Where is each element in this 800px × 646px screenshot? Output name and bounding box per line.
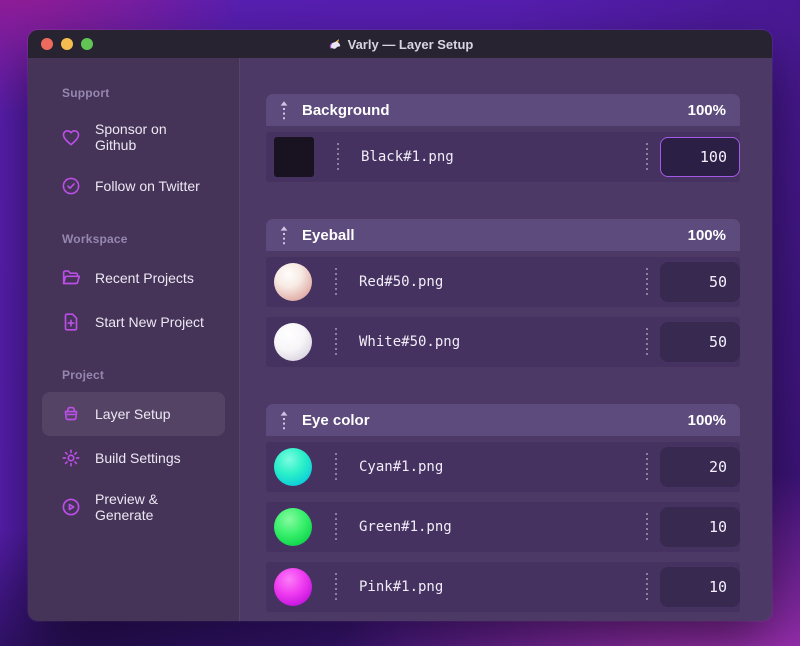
- layer-thumbnail: [274, 508, 312, 546]
- layer-row: Black#1.png: [266, 132, 740, 182]
- dotted-divider: [646, 513, 648, 541]
- minimize-button[interactable]: [61, 38, 73, 50]
- sidebar-item-label: Start New Project: [95, 314, 204, 330]
- layer-thumbnail: [274, 323, 312, 361]
- layer-thumbnail: [274, 137, 314, 177]
- layer-weight-input[interactable]: [660, 137, 740, 177]
- layer-group-background: Background 100% Black#1.png: [266, 94, 740, 182]
- drag-handle-icon[interactable]: [278, 409, 290, 431]
- drag-handle-icon[interactable]: [278, 224, 290, 246]
- layer-weight-input[interactable]: [660, 567, 740, 607]
- layer-row: Red#50.png: [266, 257, 740, 307]
- app-body: Support Sponsor on Github Follow on Twit…: [28, 58, 772, 621]
- layer-filename: Black#1.png: [361, 149, 454, 165]
- layer-thumbnail: [274, 263, 312, 301]
- dotted-divider: [335, 573, 337, 601]
- sidebar-item-build-settings[interactable]: Build Settings: [42, 436, 225, 480]
- sidebar-item-label: Follow on Twitter: [95, 178, 200, 194]
- sidebar-section-workspace: Workspace: [62, 232, 128, 246]
- dotted-divider: [646, 143, 648, 171]
- layer-group-header: Eye color 100%: [266, 404, 740, 436]
- layer-group-title: Eye color: [302, 411, 370, 429]
- sidebar-item-label: Preview & Generate: [95, 491, 159, 523]
- layer-box-icon: [64, 406, 78, 421]
- layer-row: White#50.png: [266, 317, 740, 367]
- dotted-divider: [335, 453, 337, 481]
- verified-badge-icon: [62, 177, 80, 195]
- dotted-divider: [646, 573, 648, 601]
- layer-filename: White#50.png: [359, 334, 461, 350]
- layer-row: Pink#1.png: [266, 562, 740, 612]
- sidebar-item-label: Layer Setup: [95, 406, 171, 422]
- traffic-lights: [41, 30, 93, 58]
- layer-weight-input[interactable]: [660, 262, 740, 302]
- layer-group-title: Eyeball: [302, 226, 355, 244]
- gear-icon: [62, 449, 80, 467]
- layer-thumbnail: [274, 568, 312, 606]
- sidebar-item-recent-projects[interactable]: Recent Projects: [42, 256, 225, 300]
- sidebar-item-label: Build Settings: [95, 450, 181, 466]
- layer-filename: Red#50.png: [359, 274, 444, 290]
- play-circle-icon: [62, 498, 80, 516]
- dotted-divider: [646, 453, 648, 481]
- sidebar-item-start-new-project[interactable]: Start New Project: [42, 300, 225, 344]
- sidebar-section-support: Support: [62, 86, 110, 100]
- layer-group-eyeball: Eyeball 100% Red#50.png White#50.png: [266, 219, 740, 367]
- dotted-divider: [646, 268, 648, 296]
- layer-group-percent: 100%: [687, 226, 726, 244]
- layer-group-percent: 100%: [687, 411, 726, 429]
- dotted-divider: [646, 328, 648, 356]
- layers-panel[interactable]: Background 100% Black#1.png 100 Eyeball …: [240, 58, 772, 621]
- unicorn-icon: [329, 38, 340, 49]
- sidebar-item-label: Recent Projects: [95, 270, 194, 286]
- sidebar-item-layer-setup[interactable]: Layer Setup: [42, 392, 225, 436]
- close-button[interactable]: [41, 38, 53, 50]
- file-plus-icon: [64, 313, 78, 331]
- window-title-text: Varly — Layer Setup: [347, 36, 474, 52]
- heart-icon: [62, 129, 80, 146]
- drag-handle-icon[interactable]: [278, 99, 290, 121]
- layer-group-header: Eyeball 100%: [266, 219, 740, 251]
- dotted-divider: [335, 268, 337, 296]
- dotted-divider: [337, 143, 339, 171]
- dotted-divider: [335, 513, 337, 541]
- dotted-divider: [335, 328, 337, 356]
- layer-filename: Pink#1.png: [359, 579, 444, 595]
- folder-icon: [62, 270, 81, 285]
- sidebar-item-follow-on-twitter[interactable]: Follow on Twitter: [42, 164, 225, 208]
- layer-row: Cyan#1.png: [266, 442, 740, 492]
- layer-filename: Green#1.png: [359, 519, 452, 535]
- sidebar-item-sponsor-on-github[interactable]: Sponsor on Github: [42, 110, 225, 164]
- layer-thumbnail: [274, 448, 312, 486]
- layer-weight-input[interactable]: [660, 322, 740, 362]
- titlebar: Varly — Layer Setup: [28, 30, 772, 58]
- app-window: Varly — Layer Setup Support Sponsor on G…: [28, 30, 772, 621]
- window-title: Varly — Layer Setup: [327, 36, 474, 52]
- layer-group-title: Background: [302, 101, 390, 119]
- layer-weight-input[interactable]: [660, 507, 740, 547]
- layer-group-header: Background 100%: [266, 94, 740, 126]
- sidebar-item-label: Sponsor on Github: [95, 121, 167, 153]
- sidebar-item-preview-generate[interactable]: Preview & Generate: [42, 480, 225, 534]
- layer-row: Green#1.png: [266, 502, 740, 552]
- layer-weight-input[interactable]: [660, 447, 740, 487]
- sidebar-section-project: Project: [62, 368, 105, 382]
- sidebar: Support Sponsor on Github Follow on Twit…: [28, 58, 240, 621]
- layer-group-eye-color: Eye color 100% Cyan#1.png Green#1.png: [266, 404, 740, 612]
- layer-filename: Cyan#1.png: [359, 459, 444, 475]
- layer-group-percent: 100%: [687, 101, 726, 119]
- zoom-button[interactable]: [81, 38, 93, 50]
